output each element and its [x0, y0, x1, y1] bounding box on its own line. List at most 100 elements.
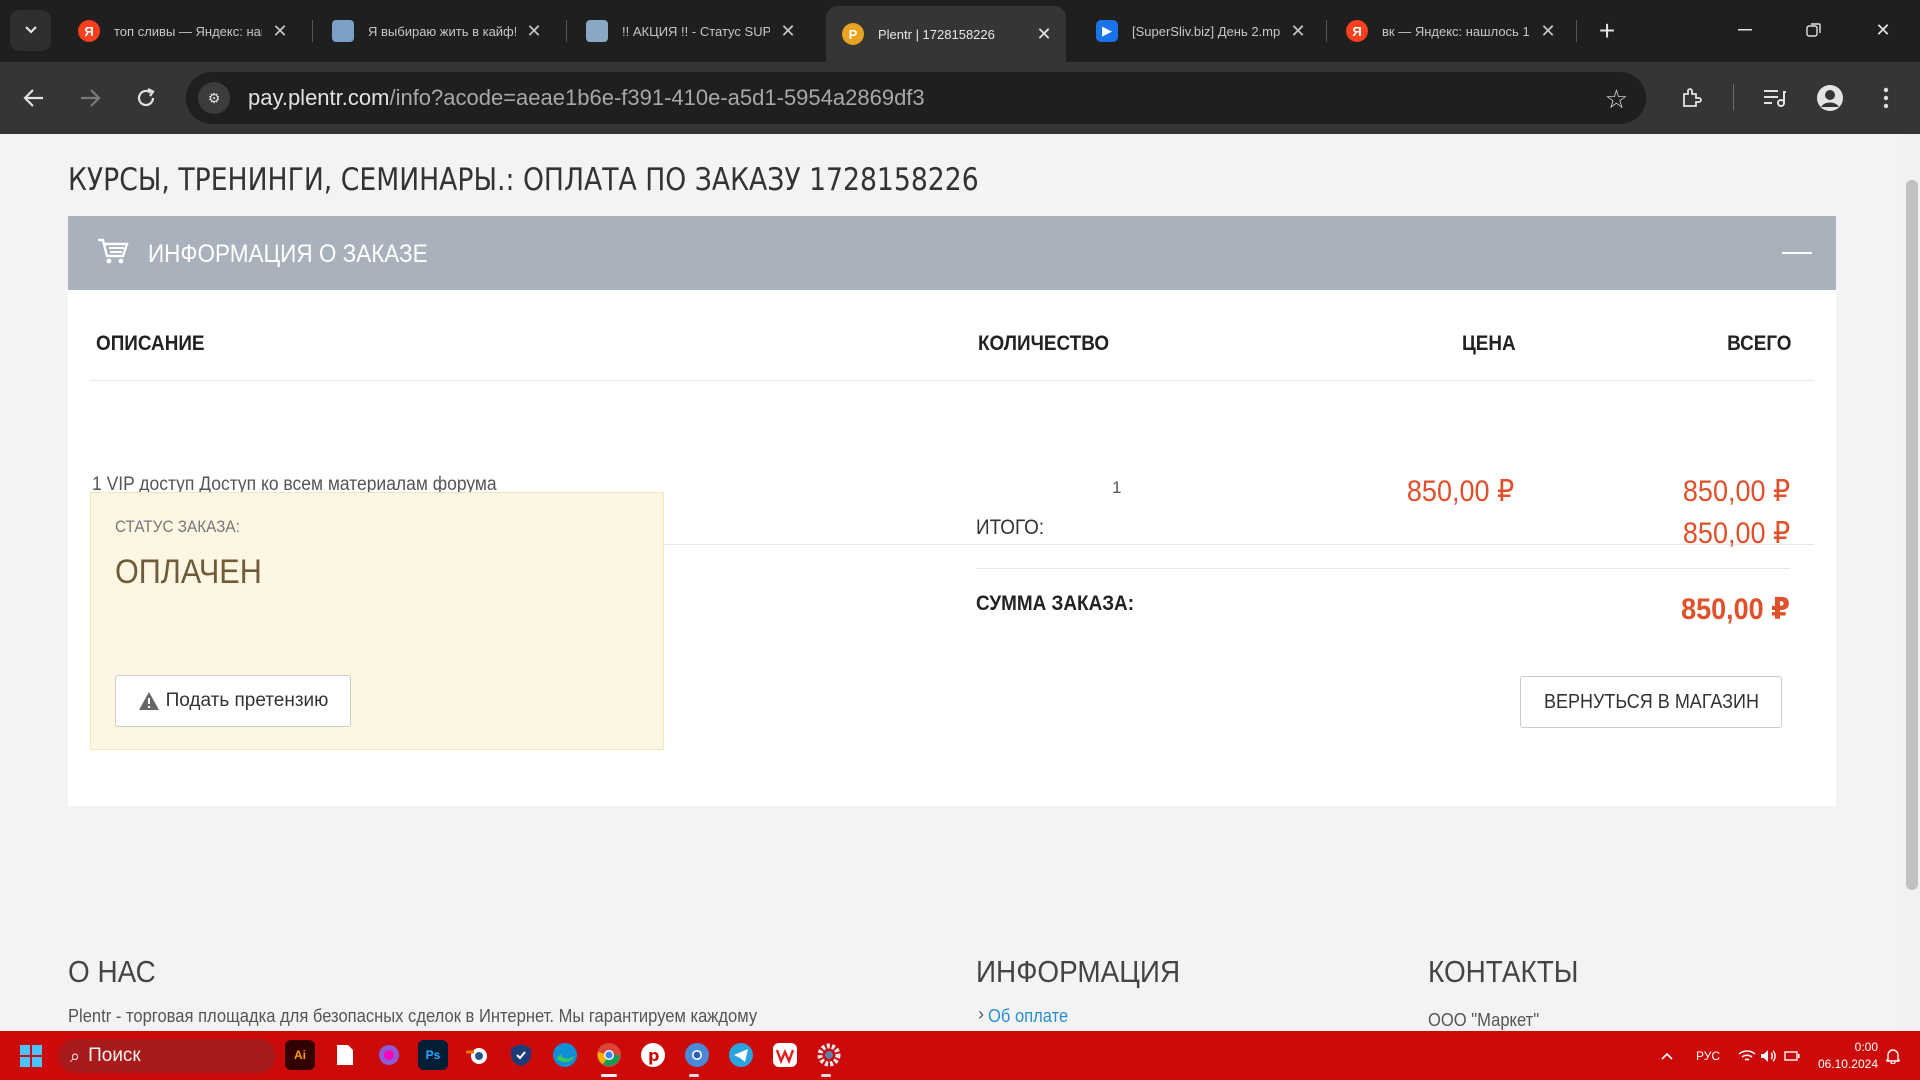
file-icon[interactable]: [330, 1040, 360, 1070]
close-icon[interactable]: ✕: [1034, 24, 1054, 45]
browser-toolbar: ⚙ pay.plentr.com/info?acode=aeae1b6e-f39…: [0, 62, 1920, 134]
plus-icon: +: [1598, 15, 1616, 46]
close-icon[interactable]: ✕: [524, 21, 544, 42]
site-info-button[interactable]: ⚙: [188, 72, 240, 124]
arrow-right-icon: [81, 89, 101, 107]
site-avatar-icon: [586, 20, 608, 42]
playlist-icon: [1764, 90, 1786, 107]
app-icon[interactable]: [374, 1040, 404, 1070]
tab-4-active[interactable]: P Plentr | 1728158226 ✕: [826, 6, 1066, 62]
menu-button[interactable]: [1864, 76, 1908, 120]
yandex-icon: Я: [1346, 20, 1368, 42]
forward-button[interactable]: [68, 76, 112, 120]
restore-button[interactable]: [1791, 10, 1837, 50]
language-indicator[interactable]: РУС: [1696, 1031, 1720, 1080]
page-title: КУРСЫ, ТРЕНИНГИ, СЕМИНАРЫ.: ОПЛАТА ПО ЗА…: [68, 162, 979, 198]
chrome-icon[interactable]: [594, 1040, 624, 1070]
item-price: 850,00 ₽: [1406, 475, 1514, 508]
page-scrollbar[interactable]: [1903, 134, 1920, 1031]
taskbar-search[interactable]: ⌕ Поиск: [58, 1039, 276, 1073]
order-status-box: СТАТУС ЗАКАЗА: ОПЛАЧЕН Подать претензию: [90, 492, 664, 750]
footer-contacts-text: ООО "Маркет": [1428, 1010, 1540, 1030]
footer-contacts-title: КОНТАКТЫ: [1428, 954, 1579, 989]
clock-date: 06.10.2024: [1817, 1057, 1878, 1071]
telegram-icon[interactable]: [726, 1040, 756, 1070]
wps-icon[interactable]: [770, 1040, 800, 1070]
minimize-icon: [1738, 29, 1752, 31]
site-avatar-icon: [332, 20, 354, 42]
bookmark-star-icon[interactable]: ☆: [1605, 84, 1628, 115]
close-icon[interactable]: ✕: [270, 21, 290, 42]
notification-bell-icon[interactable]: [1886, 1031, 1900, 1080]
close-icon[interactable]: ✕: [1538, 21, 1558, 42]
tray-overflow-chevron[interactable]: [1660, 1031, 1674, 1080]
vpn-icon[interactable]: [506, 1040, 536, 1070]
url-text[interactable]: pay.plentr.com/info?acode=aeae1b6e-f391-…: [248, 85, 925, 111]
collapse-icon[interactable]: [1782, 252, 1812, 254]
column-header-price: ЦЕНА: [1462, 332, 1516, 355]
battery-icon[interactable]: [1784, 1031, 1800, 1080]
order-card: ИНФОРМАЦИЯ О ЗАКАЗЕ ОПИСАНИЕ КОЛИЧЕСТВО …: [68, 216, 1836, 806]
order-total-label: СУММА ЗАКАЗА:: [976, 592, 1135, 615]
blender-icon[interactable]: [462, 1040, 492, 1070]
tab-5[interactable]: ▶ [SuperSliv.biz] День 2.mp ✕: [1080, 12, 1320, 50]
tab-1[interactable]: Я топ сливы — Яндекс: наш ✕: [62, 12, 302, 50]
tab-title: Я выбираю жить в кайф!: [368, 23, 516, 39]
tune-icon: ⚙: [198, 82, 230, 114]
profile-button[interactable]: [1808, 76, 1852, 120]
close-window-button[interactable]: ✕: [1860, 10, 1906, 50]
submit-claim-label: Подать претензию: [165, 690, 329, 711]
language-label: РУС: [1696, 1048, 1721, 1063]
tab-separator: [566, 20, 567, 42]
tab-6[interactable]: Я вк — Яндекс: нашлось 12 ✕: [1330, 12, 1570, 50]
chromium-icon[interactable]: [682, 1040, 712, 1070]
footer-about-text: Plentr - торговая площадка для безопасны…: [68, 1006, 758, 1026]
back-button[interactable]: [12, 76, 56, 120]
taskbar-search-placeholder: Поиск: [88, 1045, 141, 1066]
url-path: /info?acode=aeae1b6e-f391-410e-a5d1-5954…: [389, 85, 925, 110]
close-icon[interactable]: ✕: [778, 21, 798, 42]
tab-title: !! АКЦИЯ !! - Статус SUPE: [622, 23, 770, 39]
toolbar-separator: [1733, 84, 1734, 110]
volume-icon[interactable]: [1760, 1031, 1778, 1080]
return-to-shop-button[interactable]: ВЕРНУТЬСЯ В МАГАЗИН: [1520, 676, 1782, 728]
item-total: 850,00 ₽: [1682, 475, 1790, 508]
open-app-indicator: [821, 1074, 831, 1077]
submit-claim-button[interactable]: Подать претензию: [115, 675, 351, 727]
column-header-quantity: КОЛИЧЕСТВО: [978, 332, 1110, 355]
page-viewport: КУРСЫ, ТРЕНИНГИ, СЕМИНАРЫ.: ОПЛАТА ПО ЗА…: [0, 134, 1920, 1031]
address-bar[interactable]: ⚙ pay.plentr.com/info?acode=aeae1b6e-f39…: [186, 72, 1646, 124]
illustrator-icon[interactable]: Ai: [285, 1040, 315, 1070]
return-to-shop-label: ВЕРНУТЬСЯ В МАГАЗИН: [1543, 690, 1759, 713]
close-icon[interactable]: ✕: [1288, 21, 1308, 42]
footer-link-payment[interactable]: Об оплате: [988, 1006, 1068, 1027]
tab-separator: [1576, 20, 1577, 42]
status-value: ОПЛАЧЕН: [115, 553, 262, 591]
tab-title: топ сливы — Яндекс: наш: [114, 23, 262, 39]
extensions-button[interactable]: [1670, 76, 1714, 120]
pinterest-icon[interactable]: p: [638, 1040, 668, 1070]
arrow-left-icon: [23, 89, 43, 107]
clock[interactable]: 0:00 06.10.2024: [1818, 1039, 1878, 1073]
clock-time: 0:00: [1854, 1040, 1878, 1054]
new-tab-button[interactable]: +: [1588, 12, 1626, 50]
more-vert-icon: [1883, 87, 1889, 109]
windows-start-icon[interactable]: [20, 1045, 42, 1067]
chevron-up-icon: [1661, 1052, 1673, 1060]
tab-2[interactable]: Я выбираю жить в кайф! ✕: [316, 12, 556, 50]
media-controls-button[interactable]: [1752, 76, 1796, 120]
settings-icon[interactable]: [814, 1040, 844, 1070]
tab-search-button[interactable]: [10, 10, 51, 51]
photoshop-icon[interactable]: Ps: [418, 1040, 448, 1070]
order-total-value: 850,00 ₽: [1681, 593, 1790, 626]
tab-3[interactable]: !! АКЦИЯ !! - Статус SUPE ✕: [570, 12, 810, 50]
scrollbar-thumb[interactable]: [1906, 180, 1918, 890]
order-card-header[interactable]: ИНФОРМАЦИЯ О ЗАКАЗЕ: [68, 216, 1836, 290]
wifi-icon[interactable]: [1738, 1031, 1756, 1080]
footer-about-title: О НАС: [68, 954, 156, 989]
tab-title: Plentr | 1728158226: [878, 26, 995, 42]
tab-strip: Я топ сливы — Яндекс: наш ✕ Я выбираю жи…: [0, 0, 1920, 62]
edge-icon[interactable]: [550, 1040, 580, 1070]
minimize-button[interactable]: [1722, 10, 1768, 50]
reload-button[interactable]: [124, 76, 168, 120]
